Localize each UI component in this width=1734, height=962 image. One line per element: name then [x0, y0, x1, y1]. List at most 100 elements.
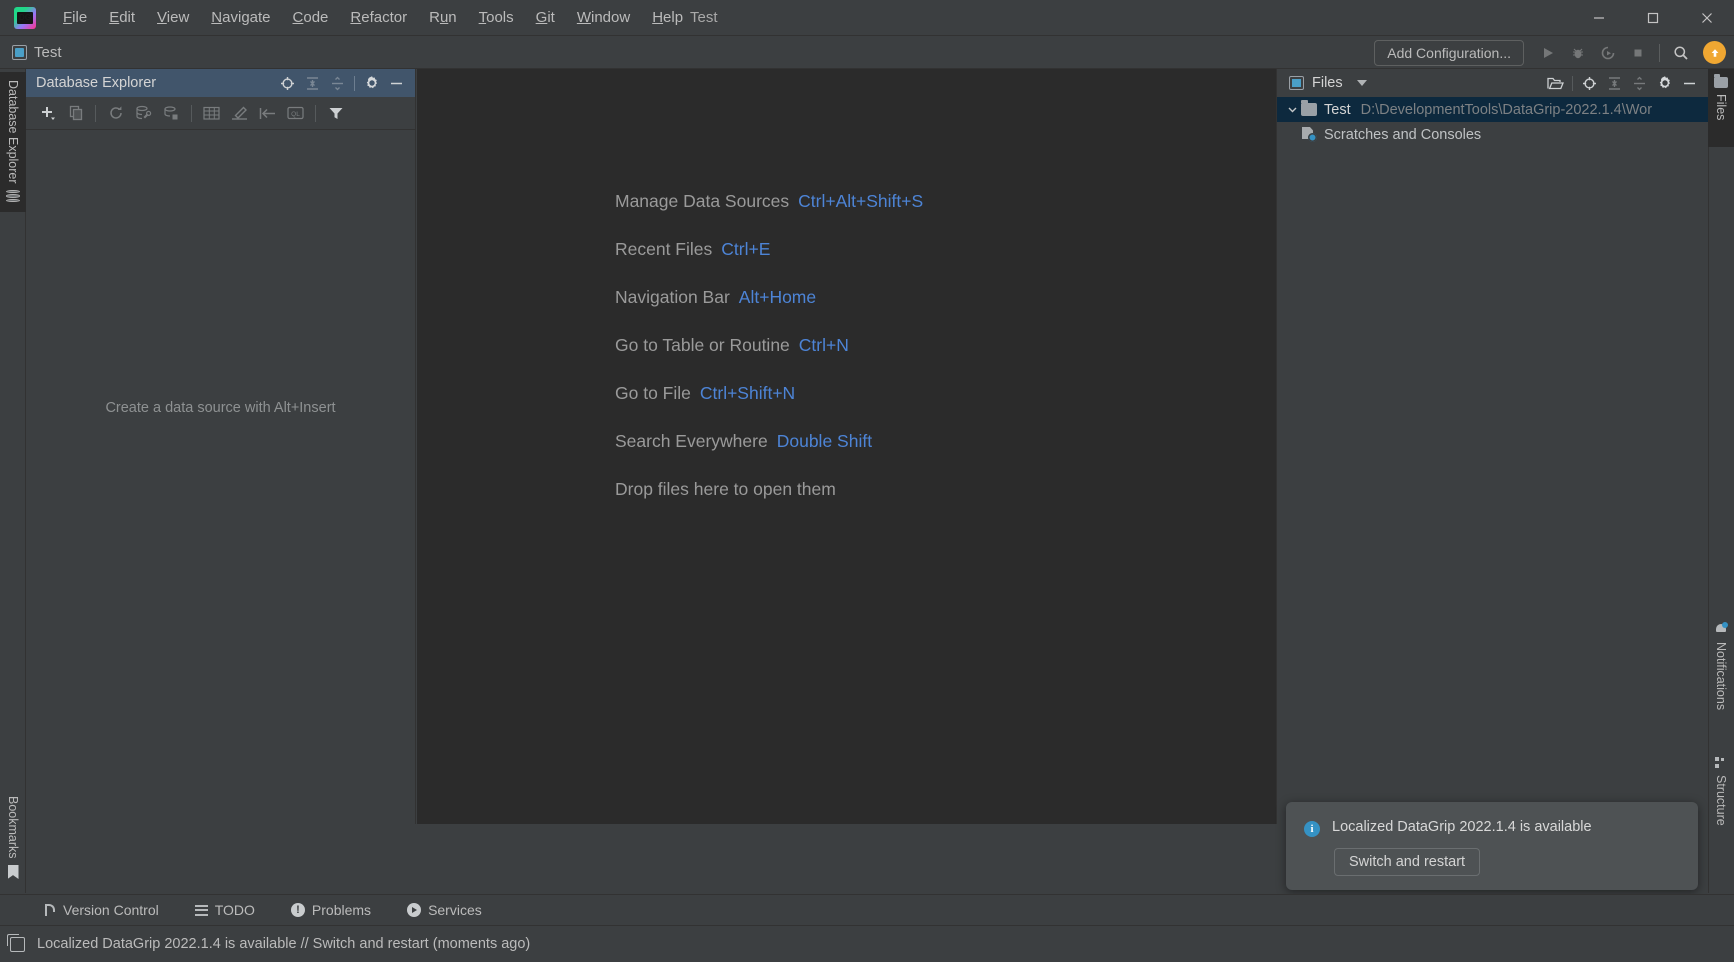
todo-icon	[194, 904, 208, 916]
coverage-icon[interactable]	[1594, 40, 1622, 66]
pencil-icon[interactable]	[226, 101, 253, 126]
crosshair-icon[interactable]	[275, 72, 300, 94]
files-label: Files	[1714, 94, 1728, 121]
menu-window[interactable]: Window	[566, 5, 641, 30]
menu-navigate[interactable]: Navigate	[200, 5, 281, 30]
minus-icon[interactable]	[384, 72, 409, 94]
sidebar-item-structure[interactable]: Structure	[1708, 749, 1734, 859]
shortcut-row[interactable]: Navigation Bar Alt+Home	[615, 287, 923, 313]
gear-icon[interactable]	[359, 72, 384, 94]
jump-icon[interactable]	[254, 101, 281, 126]
shortcut-row[interactable]: Go to File Ctrl+Shift+N	[615, 383, 923, 409]
menu-run[interactable]: Run	[418, 5, 468, 30]
toolbar-divider	[95, 104, 96, 122]
update-arrow-icon[interactable]	[1703, 41, 1726, 64]
maximize-icon[interactable]	[1626, 0, 1680, 36]
notification-log-icon[interactable]	[7, 933, 25, 952]
breadcrumb[interactable]: Test	[12, 44, 62, 61]
ql-console-icon[interactable]: QL	[282, 101, 309, 126]
menu-file[interactable]: File	[52, 5, 98, 30]
add-configuration-button[interactable]: Add Configuration...	[1374, 39, 1524, 66]
module-icon	[1289, 76, 1304, 90]
files-panel-header: Files	[1277, 69, 1708, 97]
plus-icon[interactable]	[34, 101, 61, 126]
header-divider	[1572, 75, 1573, 91]
bottom-tool-bar: Version Control TODO Problems Services	[0, 894, 1734, 925]
files-panel: Files Test D:\DevelopmentTools\DataGrip-…	[1276, 69, 1708, 824]
shortcut-row[interactable]: Recent Files Ctrl+E	[615, 239, 923, 265]
collapse-all-icon[interactable]	[325, 72, 350, 94]
db-settings-icon[interactable]	[130, 101, 157, 126]
menu-edit[interactable]: Edit	[98, 5, 146, 30]
tool-window-todo[interactable]: TODO	[190, 899, 260, 921]
notification-balloon: Localized DataGrip 2022.1.4 is available…	[1286, 802, 1698, 890]
files-panel-title: Files	[1312, 75, 1343, 91]
debug-icon[interactable]	[1564, 40, 1592, 66]
tree-row-project-root[interactable]: Test D:\DevelopmentTools\DataGrip-2022.1…	[1277, 97, 1708, 122]
sidebar-item-notifications[interactable]: Notifications	[1708, 614, 1734, 734]
database-explorer-label: Database Explorer	[6, 80, 20, 184]
shortcut-row[interactable]: Search Everywhere Double Shift	[615, 431, 923, 457]
tool-window-problems[interactable]: Problems	[286, 899, 376, 921]
filter-icon[interactable]	[322, 101, 349, 126]
shortcut-key: Alt+Home	[738, 287, 817, 307]
editor-area[interactable]: Manage Data Sources Ctrl+Alt+Shift+S Rec…	[417, 69, 1276, 824]
bookmark-icon	[7, 865, 19, 879]
version-control-label: Version Control	[63, 902, 159, 918]
right-tool-strip: Files Notifications Structure	[1708, 69, 1734, 893]
db-sync-icon[interactable]	[158, 101, 185, 126]
minimize-icon[interactable]	[1572, 0, 1626, 36]
shortcut-row[interactable]: Go to Table or Routine Ctrl+N	[615, 335, 923, 361]
files-tree: Test D:\DevelopmentTools\DataGrip-2022.1…	[1277, 97, 1708, 147]
shortcut-key: Ctrl+E	[721, 239, 771, 259]
shortcut-row[interactable]: Manage Data Sources Ctrl+Alt+Shift+S	[615, 191, 923, 217]
module-icon	[12, 44, 27, 60]
refresh-icon[interactable]	[102, 101, 129, 126]
copy-icon[interactable]	[62, 101, 89, 126]
chevron-down-icon[interactable]	[1356, 80, 1367, 86]
switch-and-restart-button[interactable]: Switch and restart	[1334, 848, 1481, 876]
database-explorer-body: Create a data source with Alt+Insert	[26, 130, 415, 824]
menu-code[interactable]: Code	[282, 5, 340, 30]
bookmarks-label: Bookmarks	[6, 796, 20, 859]
toolbar-divider	[1659, 43, 1660, 62]
folder-icon	[1301, 100, 1317, 116]
info-icon	[1304, 821, 1320, 837]
tree-row-scratches[interactable]: Scratches and Consoles	[1277, 122, 1708, 147]
sidebar-item-bookmarks[interactable]: Bookmarks	[0, 767, 26, 887]
sidebar-item-database-explorer[interactable]: Database Explorer	[0, 72, 26, 212]
database-icon	[6, 189, 20, 204]
search-icon[interactable]	[1667, 40, 1695, 66]
gear-icon[interactable]	[1652, 72, 1677, 94]
run-icon[interactable]	[1534, 40, 1562, 66]
expand-all-icon[interactable]	[1602, 72, 1627, 94]
open-folder-icon[interactable]	[1543, 72, 1568, 94]
structure-icon	[1714, 757, 1728, 769]
tool-window-services[interactable]: Services	[402, 899, 487, 921]
chevron-down-icon[interactable]	[1283, 104, 1301, 115]
menu-tools[interactable]: Tools	[468, 5, 525, 30]
toolbar-divider	[315, 104, 316, 122]
menu-git[interactable]: Git	[525, 5, 566, 30]
expand-all-icon[interactable]	[300, 72, 325, 94]
stop-icon[interactable]	[1624, 40, 1652, 66]
table-icon[interactable]	[198, 101, 225, 126]
toolbar-divider	[191, 104, 192, 122]
menu-refactor[interactable]: Refactor	[339, 5, 418, 30]
status-bar: Localized DataGrip 2022.1.4 is available…	[0, 925, 1734, 962]
bell-icon	[1714, 622, 1728, 636]
collapse-all-icon[interactable]	[1627, 72, 1652, 94]
close-icon[interactable]	[1680, 0, 1734, 36]
drop-files-hint: Drop files here to open them	[615, 479, 923, 505]
notifications-label: Notifications	[1714, 642, 1728, 711]
shortcut-key: Ctrl+Alt+Shift+S	[798, 191, 924, 211]
sidebar-item-files[interactable]: Files	[1708, 69, 1734, 147]
tool-window-version-control[interactable]: Version Control	[38, 899, 164, 921]
menu-view[interactable]: View	[146, 5, 200, 30]
menu-help[interactable]: Help	[641, 5, 694, 30]
status-bar-text[interactable]: Localized DataGrip 2022.1.4 is available…	[37, 936, 530, 952]
minus-icon[interactable]	[1677, 72, 1702, 94]
crosshair-icon[interactable]	[1577, 72, 1602, 94]
services-icon	[407, 903, 422, 917]
tree-item-name: Scratches and Consoles	[1324, 126, 1482, 143]
